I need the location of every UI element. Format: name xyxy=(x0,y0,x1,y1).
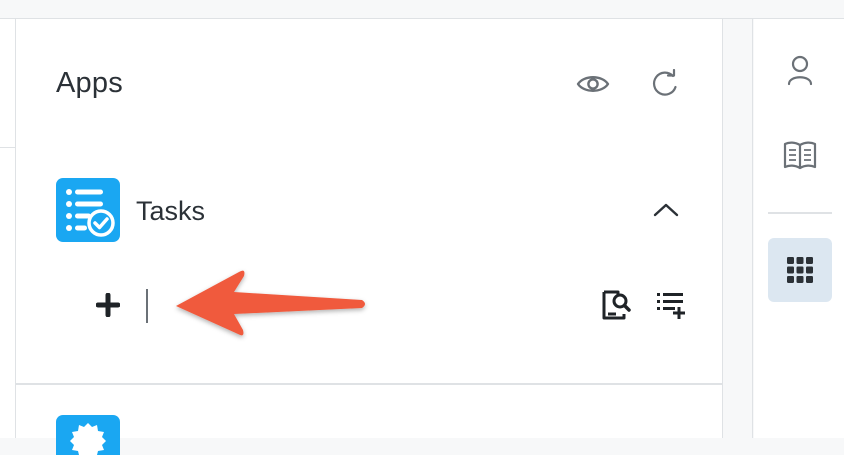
book-icon[interactable] xyxy=(768,123,832,187)
chevron-up-icon[interactable] xyxy=(646,190,686,230)
app-badge-icon[interactable] xyxy=(56,415,120,455)
list-add-icon[interactable] xyxy=(652,285,688,325)
rail-divider xyxy=(768,212,832,214)
refresh-icon[interactable] xyxy=(646,65,684,103)
app-row-tasks[interactable]: Tasks xyxy=(56,178,696,242)
apps-grid-icon[interactable] xyxy=(768,238,832,302)
plus-icon[interactable] xyxy=(92,285,124,325)
tasks-checklist-icon xyxy=(56,178,120,242)
app-name: Tasks xyxy=(136,196,206,226)
left-strip-divider xyxy=(0,147,16,148)
app-actions xyxy=(56,281,696,329)
top-bar xyxy=(0,0,844,19)
right-rail xyxy=(754,19,844,438)
separator xyxy=(146,289,148,323)
user-icon[interactable] xyxy=(768,38,832,102)
left-strip xyxy=(0,19,16,438)
apps-panel: Apps Tasks xyxy=(16,19,723,455)
gutter xyxy=(723,19,753,438)
panel-divider xyxy=(16,383,723,385)
eye-icon[interactable] xyxy=(574,65,612,103)
search-document-icon[interactable] xyxy=(598,285,634,325)
panel-title: Apps xyxy=(56,67,123,99)
